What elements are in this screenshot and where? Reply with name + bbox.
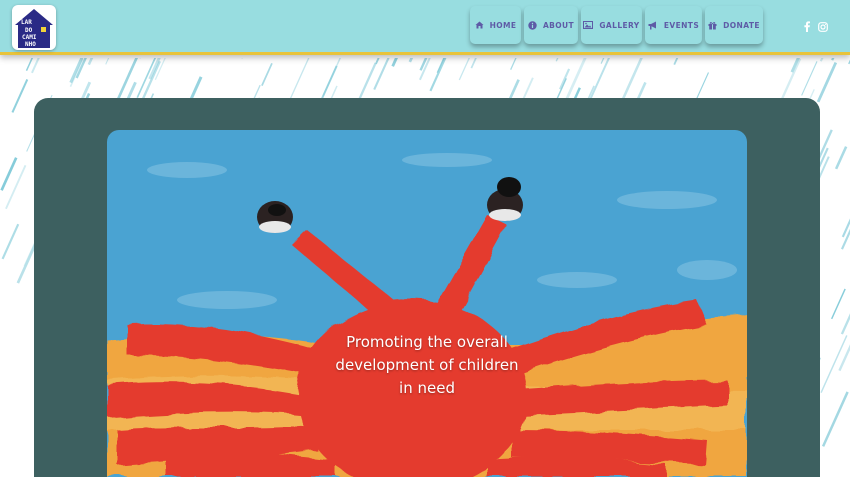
instagram-icon[interactable] [818,17,828,36]
hero-tagline-line: Promoting the overall [346,333,508,351]
main-nav: HOME ABOUT GALLERY EVENTS DONATE [470,6,763,44]
crayon-stroke [429,35,457,92]
crayon-stroke [419,27,441,71]
crayon-stroke [801,61,818,96]
hero-tagline-line: development of children [335,356,519,374]
crayon-stroke [373,30,402,91]
crayon-stroke [408,34,424,63]
crayon-stroke [563,44,593,105]
crayon-stroke [510,25,532,70]
crayon-stroke [391,11,419,67]
crayon-stroke [840,313,850,335]
crayon-stroke [831,35,844,61]
crayon-stroke [838,344,850,372]
crayon-stroke [819,24,839,62]
lar-do-caminho-logo[interactable]: LAR DO CAMI NHO [12,5,56,50]
crab-painting-image [107,130,747,477]
crayon-stroke [470,34,487,69]
nav-about-label: ABOUT [542,20,575,30]
crayon-stroke [31,13,60,74]
gift-icon [708,21,717,30]
crayon-stroke [375,42,387,65]
crayon-stroke [830,288,846,320]
logo-text-line: NHO [25,41,36,48]
image-icon [583,21,594,29]
site-header: LAR DO CAMI NHO HOME ABOUT GALLERY EVENT… [0,0,850,55]
info-icon [528,20,537,30]
nav-home-label: HOME [489,20,517,30]
crayon-stroke [673,13,698,66]
crayon-stroke [559,68,571,90]
nav-events-label: EVENTS [663,20,700,30]
nav-gallery-label: GALLERY [599,20,640,30]
social-links [804,17,828,36]
logo-text-line: CAMI [22,34,37,41]
hero-tagline: Promoting the overall development of chi… [320,331,534,400]
crayon-stroke [816,61,838,103]
facebook-icon[interactable] [804,17,810,36]
nav-home-link[interactable]: HOME [470,6,521,44]
nav-donate-label: DONATE [723,20,760,30]
hero-tagline-line: in need [399,379,455,397]
home-icon [475,21,484,29]
crayon-stroke [0,157,18,191]
crayon-stroke [821,391,849,447]
logo-text-line: DO [25,27,33,34]
nav-donate-link[interactable]: DONATE [705,6,763,44]
crayon-stroke [619,52,646,105]
crayon-stroke [1,223,20,260]
crayon-stroke [25,12,54,71]
crayon-stroke [288,54,311,103]
nav-events-link[interactable]: EVENTS [645,6,702,44]
megaphone-icon [648,21,658,30]
nav-gallery-link[interactable]: GALLERY [581,6,642,44]
crayon-stroke [87,37,103,66]
nav-about-link[interactable]: ABOUT [524,6,578,44]
crayon-stroke [105,12,130,65]
crayon-stroke [834,146,848,170]
crayon-stroke [841,218,850,238]
crayon-stroke [555,40,567,62]
crayon-stroke [11,79,29,113]
crayon-stroke [261,62,273,87]
logo-text-line: LAR [21,19,32,26]
